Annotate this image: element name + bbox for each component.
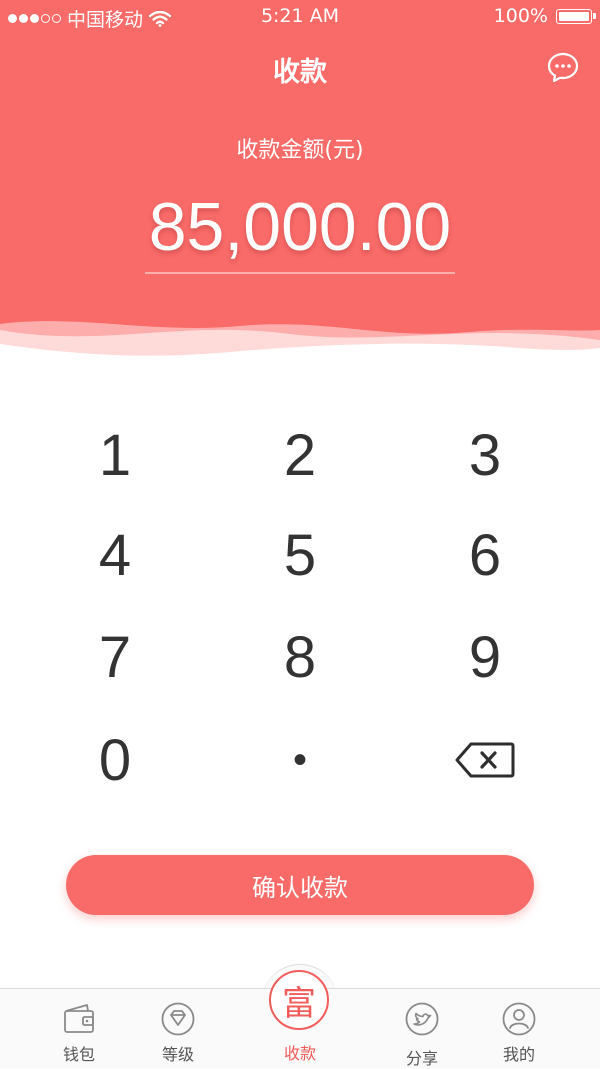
amount-label: 收款金额(元) bbox=[236, 138, 364, 163]
tab-receive-payment-label: 收款 bbox=[283, 1044, 316, 1063]
amount-underline bbox=[145, 272, 455, 274]
tab-mine[interactable]: 我的 bbox=[479, 989, 559, 1068]
user-icon bbox=[502, 1002, 536, 1036]
key-1[interactable]: 1 bbox=[22, 405, 208, 505]
decimal-point-glyph: • bbox=[292, 737, 307, 782]
key-7[interactable]: 7 bbox=[22, 607, 208, 707]
key-decimal-point[interactable]: • bbox=[207, 710, 393, 810]
key-5[interactable]: 5 bbox=[207, 505, 393, 605]
key-2[interactable]: 2 bbox=[207, 405, 393, 505]
key-8[interactable]: 8 bbox=[207, 607, 393, 707]
tab-level-label: 等级 bbox=[161, 1045, 194, 1064]
backspace-icon bbox=[455, 742, 515, 778]
key-4[interactable]: 4 bbox=[22, 505, 208, 605]
key-3[interactable]: 3 bbox=[392, 405, 578, 505]
tab-share-label: 分享 bbox=[405, 1049, 438, 1068]
key-9[interactable]: 9 bbox=[392, 607, 578, 707]
battery-icon bbox=[556, 8, 596, 24]
battery-group: 100% bbox=[493, 5, 596, 27]
tab-mine-label: 我的 bbox=[502, 1045, 535, 1064]
tab-receive-payment[interactable]: 富 收款 bbox=[260, 964, 340, 1067]
key-delete[interactable] bbox=[392, 710, 578, 810]
page-title: 收款 bbox=[273, 57, 327, 88]
amount-value: 85,000.00 bbox=[148, 189, 452, 265]
fu-character-icon: 富 bbox=[269, 970, 329, 1030]
key-6[interactable]: 6 bbox=[392, 505, 578, 605]
diamond-icon bbox=[161, 1002, 195, 1036]
tab-wallet-label: 钱包 bbox=[62, 1045, 95, 1064]
battery-percent: 100% bbox=[493, 5, 548, 27]
wallet-icon bbox=[64, 1004, 94, 1033]
twitter-bird-icon bbox=[405, 1002, 439, 1036]
nav-bar: 收款 bbox=[0, 34, 600, 104]
status-bar: 中国移动 5:21 AM 100% bbox=[0, 0, 600, 34]
confirm-receipt-button[interactable]: 确认收款 bbox=[66, 855, 534, 915]
wave-decoration bbox=[0, 321, 600, 360]
tab-level[interactable]: 等级 bbox=[138, 989, 218, 1068]
chat-bubble-icon[interactable] bbox=[546, 51, 580, 85]
header-panel: 中国移动 5:21 AM 100% 收款 收款金额(元) 85,000.00 bbox=[0, 0, 600, 360]
tab-wallet[interactable]: 钱包 bbox=[39, 989, 119, 1068]
key-0[interactable]: 0 bbox=[22, 710, 208, 810]
tab-share[interactable]: 分享 bbox=[382, 989, 462, 1068]
